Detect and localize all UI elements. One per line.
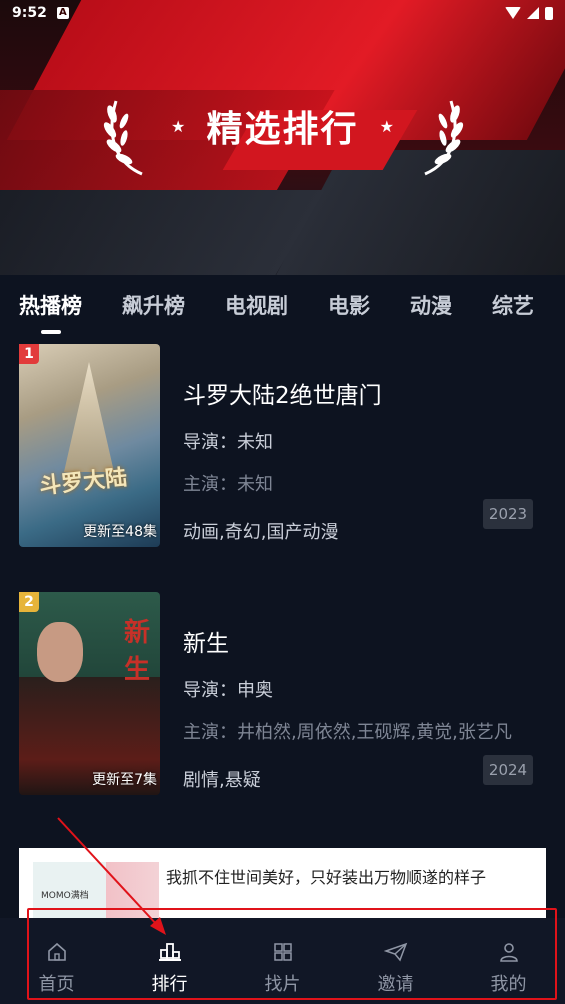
rank-badge: 2 <box>19 592 39 612</box>
status-time: 9:52 <box>12 5 47 21</box>
tab-variety[interactable]: 综艺 <box>492 290 534 320</box>
signal-icon <box>527 7 539 19</box>
update-badge: 更新至48集 <box>83 524 157 540</box>
item-cast: 主演：未知 <box>183 474 273 495</box>
update-badge: 更新至7集 <box>92 772 157 788</box>
tab-tv[interactable]: 电视剧 <box>225 290 288 320</box>
ranking-list: 斗罗大陆 更新至48集 1 斗罗大陆2绝世唐门 导演：未知 主演：未知 动画,奇… <box>0 344 565 840</box>
tab-rising[interactable]: 飙升榜 <box>122 290 185 320</box>
item-genre: 动画,奇幻,国产动漫 <box>183 522 339 543</box>
grid-icon <box>273 943 292 961</box>
tab-anime[interactable]: 动漫 <box>410 290 452 320</box>
poster-image[interactable]: 斗罗大陆 更新至48集 <box>19 344 160 547</box>
user-icon <box>499 943 518 962</box>
ad-thumbnail[interactable]: MOMO满档 <box>33 862 159 920</box>
battery-icon <box>545 6 553 20</box>
star-icon: ★ <box>171 116 186 136</box>
nav-item-mine[interactable]: 我的 <box>452 918 565 1004</box>
list-item[interactable]: 斗罗大陆 更新至48集 1 斗罗大陆2绝世唐门 导演：未知 主演：未知 动画,奇… <box>0 344 565 592</box>
nav-item-invite[interactable]: 邀请 <box>339 918 452 1004</box>
banner-title: ★ 精选排行 ★ <box>171 109 394 150</box>
category-tabs: 热播榜 飙升榜 电视剧 电影 动漫 综艺 <box>0 275 565 335</box>
item-director: 导演：申奥 <box>183 680 273 701</box>
item-cast: 主演：井柏然,周依然,王砚辉,黄觉,张艺凡 <box>183 722 512 743</box>
rank-badge: 1 <box>19 344 39 364</box>
ranking-icon <box>158 943 181 961</box>
bottom-nav: 首页 排行 找片 邀请 我的 <box>0 918 565 1004</box>
status-bar: 9:52 A <box>0 0 565 26</box>
wifi-icon <box>505 7 521 19</box>
nav-item-home[interactable]: 首页 <box>0 918 113 1004</box>
nav-item-ranking[interactable]: 排行 <box>113 918 226 1004</box>
app-notification-icon: A <box>56 7 69 19</box>
star-icon: ★ <box>379 116 394 136</box>
year-badge: 2024 <box>483 755 533 785</box>
ad-banner[interactable]: MOMO满档 我抓不住世间美好，只好装出万物顺遂的样子 <box>19 848 546 920</box>
year-badge: 2023 <box>483 499 533 529</box>
item-genre: 剧情,悬疑 <box>183 770 261 791</box>
nav-item-find[interactable]: 找片 <box>226 918 339 1004</box>
poster-image[interactable]: 新生 更新至7集 <box>19 592 160 795</box>
list-item[interactable]: 新生 更新至7集 2 新生 导演：申奥 主演：井柏然,周依然,王砚辉,黄觉,张艺… <box>0 592 565 840</box>
item-title[interactable]: 新生 <box>183 624 533 658</box>
item-director: 导演：未知 <box>183 432 273 453</box>
send-icon <box>383 942 407 962</box>
tab-hot[interactable]: 热播榜 <box>19 290 82 334</box>
item-title[interactable]: 斗罗大陆2绝世唐门 <box>183 376 533 410</box>
ad-text[interactable]: 我抓不住世间美好，只好装出万物顺遂的样子 <box>166 864 486 888</box>
tab-movie[interactable]: 电影 <box>328 290 370 320</box>
home-icon <box>47 942 66 961</box>
